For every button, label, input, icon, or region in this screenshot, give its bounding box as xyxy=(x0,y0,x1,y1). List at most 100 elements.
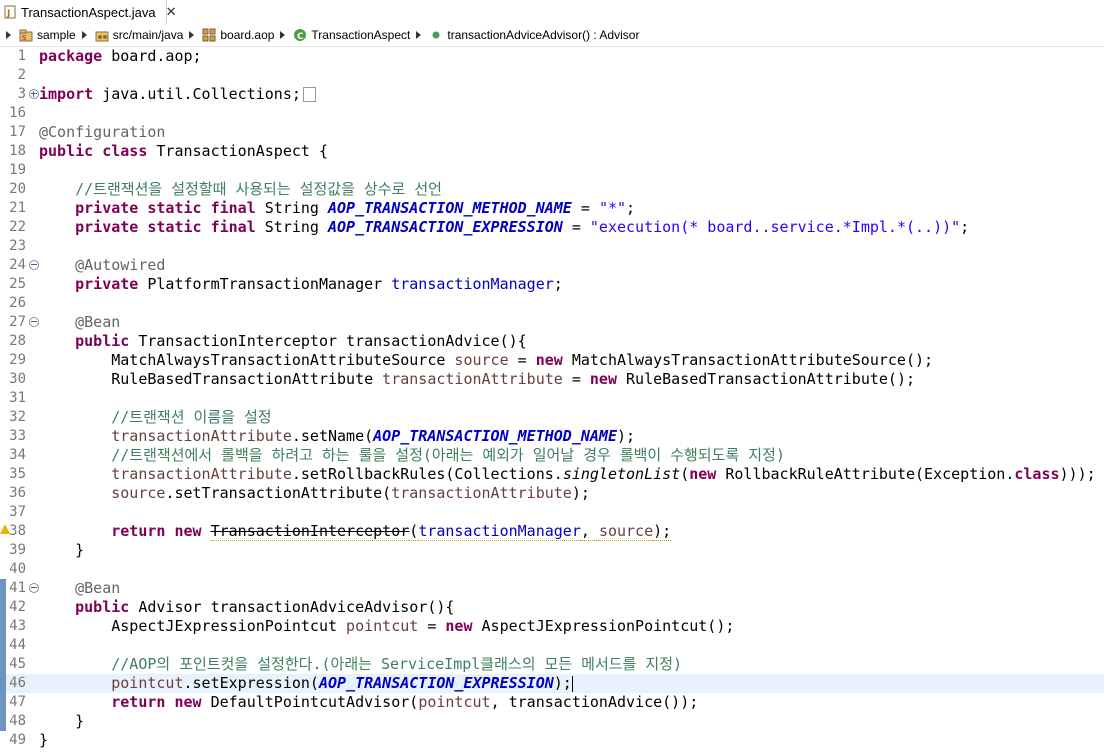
folded-imports-indicator[interactable] xyxy=(302,87,316,102)
line-number: 23 xyxy=(9,238,26,254)
line-number: 24 xyxy=(9,257,26,273)
code-line[interactable]: 26 xyxy=(0,294,1104,313)
code-line[interactable]: 37 xyxy=(0,503,1104,522)
code-editor[interactable]: 1 package board.aop; 2 3 import java.util.Co… xyxy=(0,46,1104,756)
line-number: 48 xyxy=(9,713,26,729)
code-line[interactable]: 31 xyxy=(0,389,1104,408)
java-file-icon: J xyxy=(3,5,17,19)
code-line[interactable]: 3 import java.util.Collections; xyxy=(0,85,1104,104)
code-line[interactable]: 23 xyxy=(0,237,1104,256)
line-number: 44 xyxy=(9,637,26,653)
code-line[interactable]: 42 public Advisor transactionAdviceAdvis… xyxy=(0,598,1104,617)
code-text: private static final String AOP_TRANSACT… xyxy=(75,218,970,236)
breadcrumb-item-source-folder[interactable]: src/main/java xyxy=(95,28,184,42)
code-line[interactable]: 20 //트랜잭션을 설정할때 사용되는 설정값을 상수로 선언 xyxy=(0,180,1104,199)
code-line[interactable]: 32 //트랜잭션 이름을 설정 xyxy=(0,408,1104,427)
code-text: RuleBasedTransactionAttribute transactio… xyxy=(39,370,915,388)
code-line[interactable]: 46 pointcut.setExpression(AOP_TRANSACTIO… xyxy=(0,674,1104,693)
tab-transaction-aspect[interactable]: J TransactionAspect.java ✕ xyxy=(0,0,177,24)
breadcrumb-label: transactionAdviceAdvisor() : Advisor xyxy=(447,28,640,42)
line-number: 47 xyxy=(9,694,26,710)
code-line[interactable]: 44 xyxy=(0,636,1104,655)
code-line[interactable]: 38 return new TransactionInterceptor(tra… xyxy=(0,522,1104,541)
breadcrumb-label: src/main/java xyxy=(112,28,184,42)
breadcrumb-label: sample xyxy=(37,28,76,42)
line-number: 26 xyxy=(9,295,26,311)
chevron-right-icon xyxy=(81,31,87,39)
code-line[interactable]: 45 //AOP의 포인트컷을 설정한다.(아래는 ServiceImpl클래스… xyxy=(0,655,1104,674)
code-text: pointcut.setExpression(AOP_TRANSACTION_E… xyxy=(111,674,573,692)
breadcrumb-item-class[interactable]: C TransactionAspect xyxy=(293,28,410,42)
code-line[interactable]: 48 } xyxy=(0,712,1104,731)
breadcrumb-label: TransactionAspect xyxy=(311,28,411,42)
line-number: 40 xyxy=(9,561,26,577)
source-folder-icon xyxy=(95,28,109,42)
code-line[interactable]: 39 } xyxy=(0,541,1104,560)
line-number: 38 xyxy=(9,523,26,539)
code-line[interactable]: 47 return new DefaultPointcutAdvisor(poi… xyxy=(0,693,1104,712)
code-line[interactable]: 41 @Bean xyxy=(0,579,1104,598)
collapse-fold-icon[interactable] xyxy=(29,583,39,593)
collapse-fold-icon[interactable] xyxy=(29,317,39,327)
line-number: 1 xyxy=(17,48,26,64)
code-text: package board.aop; xyxy=(39,47,202,65)
breadcrumb: S sample src/main/java board.aop C Trans… xyxy=(0,24,1104,47)
chevron-right-icon xyxy=(416,31,422,39)
code-line[interactable]: 36 source.setTransactionAttribute(transa… xyxy=(0,484,1104,503)
code-line[interactable]: 33 transactionAttribute.setName(AOP_TRAN… xyxy=(0,427,1104,446)
line-number: 42 xyxy=(9,599,26,615)
code-line[interactable]: 22 private static final String AOP_TRANS… xyxy=(0,218,1104,237)
code-text: public class TransactionAspect { xyxy=(39,142,328,160)
code-line[interactable]: 35 transactionAttribute.setRollbackRules… xyxy=(0,465,1104,484)
code-text: MatchAlwaysTransactionAttributeSource so… xyxy=(39,351,934,369)
code-text: } xyxy=(39,731,49,749)
line-number: 49 xyxy=(9,732,26,748)
code-line[interactable]: 25 private PlatformTransactionManager tr… xyxy=(0,275,1104,294)
line-number: 17 xyxy=(9,124,26,140)
method-icon xyxy=(429,28,443,42)
code-line[interactable]: 43 AspectJExpressionPointcut pointcut = … xyxy=(0,617,1104,636)
close-icon[interactable]: ✕ xyxy=(166,4,177,20)
code-text: @Configuration xyxy=(39,123,166,141)
package-icon xyxy=(202,28,216,42)
code-line[interactable]: 21 private static final String AOP_TRANS… xyxy=(0,199,1104,218)
code-line[interactable]: 17 @Configuration xyxy=(0,123,1104,142)
code-line[interactable]: 27 @Bean xyxy=(0,313,1104,332)
line-number: 46 xyxy=(9,675,26,691)
code-line[interactable]: 28 public TransactionInterceptor transac… xyxy=(0,332,1104,351)
line-number: 31 xyxy=(9,390,26,406)
line-number: 19 xyxy=(9,162,26,178)
breadcrumb-label: board.aop xyxy=(220,28,275,42)
breadcrumb-item-method[interactable]: transactionAdviceAdvisor() : Advisor xyxy=(429,28,639,42)
code-text: @Bean xyxy=(75,579,121,597)
code-line[interactable]: 19 xyxy=(0,161,1104,180)
code-text: @Bean xyxy=(75,313,121,331)
code-line[interactable]: 49} xyxy=(0,731,1104,750)
line-number: 18 xyxy=(9,143,26,159)
code-line[interactable]: 18 public class TransactionAspect { xyxy=(0,142,1104,161)
line-number: 36 xyxy=(9,485,26,501)
breadcrumb-item-package[interactable]: board.aop xyxy=(202,28,274,42)
project-icon: S xyxy=(19,28,33,42)
code-line[interactable]: 29 MatchAlwaysTransactionAttributeSource… xyxy=(0,351,1104,370)
code-line[interactable]: 34 //트랜잭션에서 롤백을 하려고 하는 룰을 설정(아래는 예외가 일어날… xyxy=(0,446,1104,465)
line-number: 32 xyxy=(9,409,26,425)
line-number: 3 xyxy=(17,86,26,102)
line-number: 28 xyxy=(9,333,26,349)
line-number: 41 xyxy=(9,580,26,596)
expand-fold-icon[interactable] xyxy=(29,89,39,99)
code-line[interactable]: 40 xyxy=(0,560,1104,579)
code-line[interactable]: 30 RuleBasedTransactionAttribute transac… xyxy=(0,370,1104,389)
code-line[interactable]: 24 @Autowired xyxy=(0,256,1104,275)
breadcrumb-item-project[interactable]: S sample xyxy=(19,28,76,42)
line-number: 25 xyxy=(9,276,26,292)
code-line[interactable]: 16 xyxy=(0,104,1104,123)
code-text: source.setTransactionAttribute(transacti… xyxy=(111,484,590,502)
code-text: } xyxy=(39,541,85,559)
code-text: } xyxy=(39,712,85,730)
code-line[interactable]: 1 package board.aop; xyxy=(0,47,1104,66)
collapse-fold-icon[interactable] xyxy=(29,260,39,270)
code-line[interactable]: 2 xyxy=(0,66,1104,85)
code-text: @Autowired xyxy=(75,256,166,274)
line-number: 22 xyxy=(9,219,26,235)
